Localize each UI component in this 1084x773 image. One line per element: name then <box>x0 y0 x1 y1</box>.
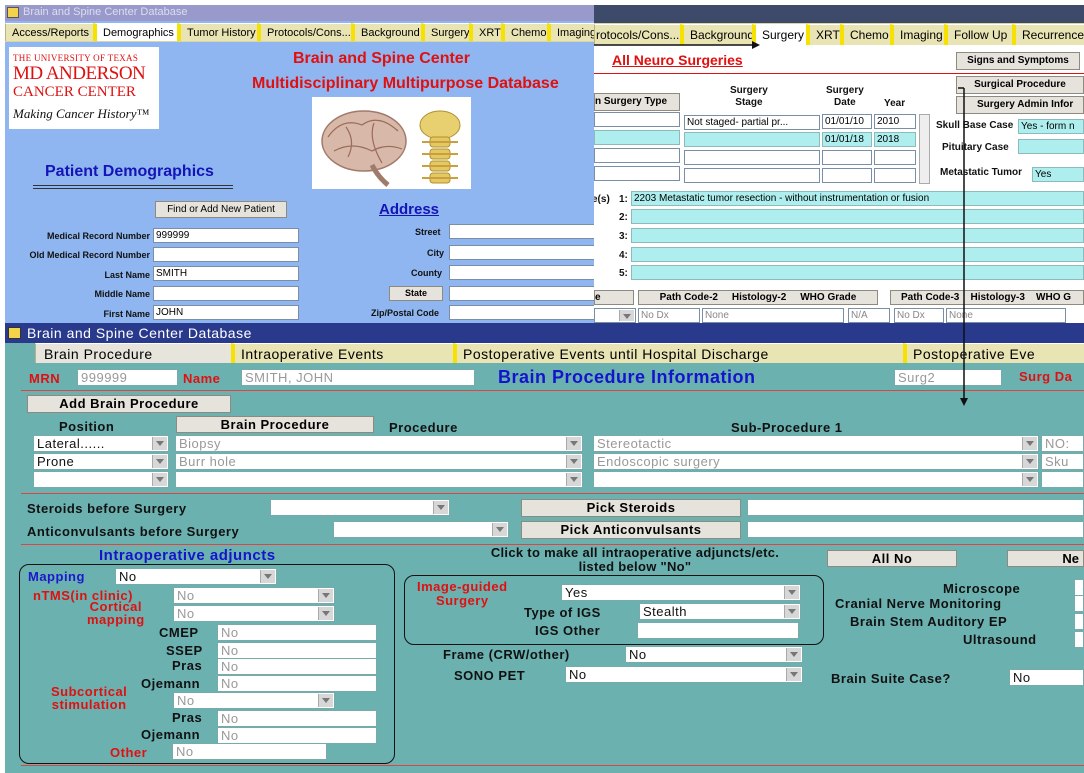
connector-arrows <box>594 41 968 406</box>
